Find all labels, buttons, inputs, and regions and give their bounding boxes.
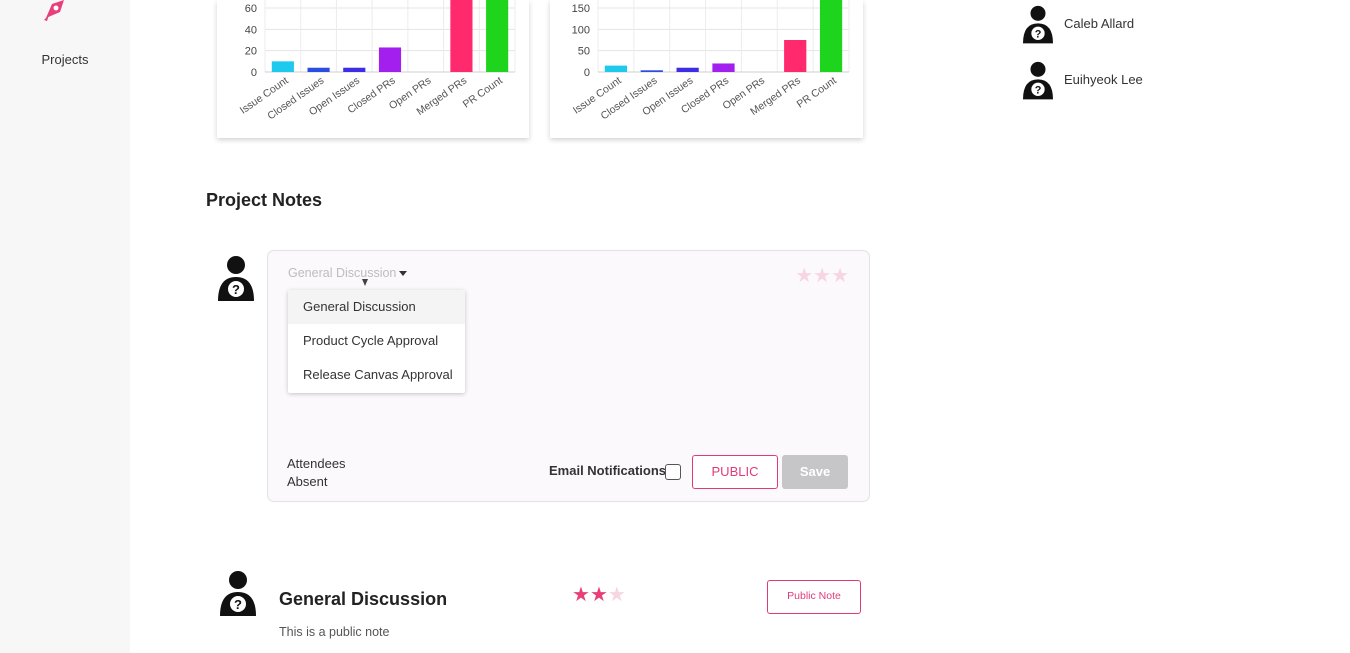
y-tick-label: 20 (245, 46, 257, 58)
user-unknown-icon: ? (218, 256, 254, 301)
y-tick-label: 100 (572, 24, 590, 36)
bar-pr-count[interactable] (819, 0, 843, 72)
star-icon[interactable]: ★ (795, 265, 813, 287)
public-note-badge[interactable]: Public Note (767, 580, 861, 614)
note-body: This is a public note (279, 625, 390, 639)
svg-text:?: ? (232, 282, 240, 297)
y-tick-label: 40 (245, 24, 257, 36)
sidebar: Projects (0, 0, 130, 653)
bar-pr-count[interactable] (486, 0, 509, 72)
star-icon: ★ (607, 584, 626, 606)
y-tick-label: 0 (584, 67, 590, 79)
absent-label[interactable]: Absent (287, 473, 346, 491)
mouse-cursor-icon (362, 279, 368, 286)
user-unknown-icon: ? (1023, 61, 1053, 100)
x-tick-label: PR Count (795, 75, 839, 111)
note-type-select[interactable]: General Discussion (288, 266, 408, 280)
dropdown-option-release-canvas-approval[interactable]: Release Canvas Approval (288, 358, 465, 392)
dropdown-option-product-cycle-approval[interactable]: Product Cycle Approval (288, 324, 465, 358)
repo-stats-chart-1: 0 20 40 60 Issue Count Closed Issues Open Issu… (217, 0, 529, 138)
bar-closed-issues[interactable] (640, 70, 663, 72)
y-tick-label: 0 (251, 67, 257, 79)
member-name: Euihyeok Lee (1064, 72, 1143, 87)
svg-text:?: ? (234, 597, 242, 612)
bar-closed-issues[interactable] (307, 67, 330, 72)
caret-down-icon (399, 271, 408, 277)
attendance-info: Attendees Absent (287, 455, 346, 491)
repo-stats-chart-2: 0 50 100 150 Issue Count Closed Issues Open Is… (550, 0, 863, 138)
note-type-dropdown: General Discussion Product Cycle Approva… (288, 290, 465, 393)
email-notifications-checkbox[interactable] (665, 464, 681, 480)
note-editor: General Discussion ★★★ General Discussio… (267, 250, 870, 502)
y-tick-label: 150 (572, 3, 590, 15)
project-notes-heading: Project Notes (206, 190, 323, 210)
y-tick-label: 60 (245, 3, 257, 15)
note-type-value: General Discussion (288, 266, 397, 280)
star-icon: ★ (589, 584, 608, 606)
star-icon[interactable]: ★ (813, 265, 831, 287)
star-icon: ★ (572, 584, 590, 606)
bar-chart-1-svg: 0204060Issue CountClosed IssuesOpen Issu… (238, 0, 516, 122)
note-title: General Discussion (279, 589, 448, 609)
rocket-icon[interactable] (40, 0, 70, 22)
note-rating: ★★★ (572, 582, 626, 607)
sidebar-item-projects[interactable]: Projects (0, 52, 130, 67)
note-rating-input[interactable]: ★★★ (795, 263, 849, 288)
y-tick-label: 50 (578, 46, 590, 58)
user-unknown-icon: ? (220, 571, 256, 616)
bar-open-issues[interactable] (343, 67, 366, 72)
star-icon[interactable]: ★ (831, 265, 849, 287)
bar-issue-count[interactable] (604, 65, 628, 72)
attendees-label[interactable]: Attendees (287, 455, 346, 473)
svg-text:?: ? (1035, 85, 1042, 97)
member-name: Caleb Allard (1064, 16, 1135, 31)
bar-issue-count[interactable] (271, 61, 294, 72)
x-tick-label: PR Count (461, 75, 505, 111)
public-visibility-button[interactable]: PUBLIC (692, 455, 778, 489)
bar-closed-prs[interactable] (712, 63, 735, 72)
save-button[interactable]: Save (782, 455, 848, 489)
bar-open-issues[interactable] (676, 67, 699, 72)
svg-text:?: ? (1035, 29, 1042, 41)
user-unknown-icon: ? (1023, 5, 1053, 44)
dropdown-option-general-discussion[interactable]: General Discussion (288, 290, 465, 324)
email-notifications-label: Email Notifications (549, 463, 667, 478)
bar-merged-prs[interactable] (784, 40, 807, 72)
bar-chart-2-svg: 050100150Issue CountClosed IssuesOpen Is… (571, 0, 850, 122)
bar-merged-prs[interactable] (450, 0, 473, 72)
bar-closed-prs[interactable] (378, 47, 402, 72)
